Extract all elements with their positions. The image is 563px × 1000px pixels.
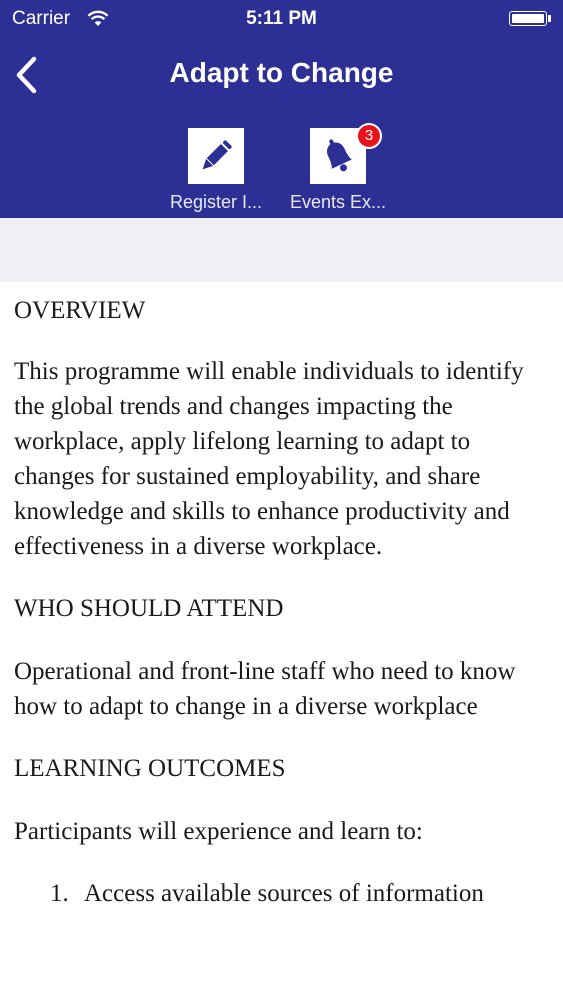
battery-icon xyxy=(509,11,547,26)
overview-text: This programme will enable individuals t… xyxy=(14,358,524,560)
pencil-icon xyxy=(202,140,232,170)
events-label: Events Ex... xyxy=(289,192,387,212)
status-time: 5:11 PM xyxy=(246,8,317,29)
learning-outcomes-intro: Participants will experience and learn t… xyxy=(14,818,423,845)
who-should-attend-text: Operational and front-line staff who nee… xyxy=(14,658,516,720)
header-bar: Carrier 5:11 PM Adapt to Change Register… xyxy=(0,0,563,218)
section-heading-overview: OVERVIEW xyxy=(14,297,146,324)
page-title: Adapt to Change xyxy=(169,57,394,88)
battery-tip xyxy=(548,15,551,22)
spacer-band xyxy=(0,218,563,282)
section-heading-learning-outcomes: LEARNING OUTCOMES xyxy=(14,755,286,782)
notification-badge: 3 xyxy=(356,123,382,149)
list-item: 1. Access available sources of informati… xyxy=(50,876,549,911)
register-icon-box xyxy=(188,128,244,184)
course-description: OVERVIEW This programme will enable indi… xyxy=(14,288,549,911)
list-item-text: Access available sources of information xyxy=(84,880,484,907)
status-bar: Carrier 5:11 PM xyxy=(0,0,563,40)
register-label: Register I... xyxy=(169,192,263,212)
section-heading-who-should-attend: WHO SHOULD ATTEND xyxy=(14,595,284,622)
events-button[interactable]: 3 Events Ex... xyxy=(278,123,398,216)
bell-icon xyxy=(327,139,352,172)
register-button[interactable]: Register I... xyxy=(156,128,276,216)
learning-outcomes-list: 1. Access available sources of informati… xyxy=(14,876,549,911)
list-item-number: 1. xyxy=(50,880,69,907)
